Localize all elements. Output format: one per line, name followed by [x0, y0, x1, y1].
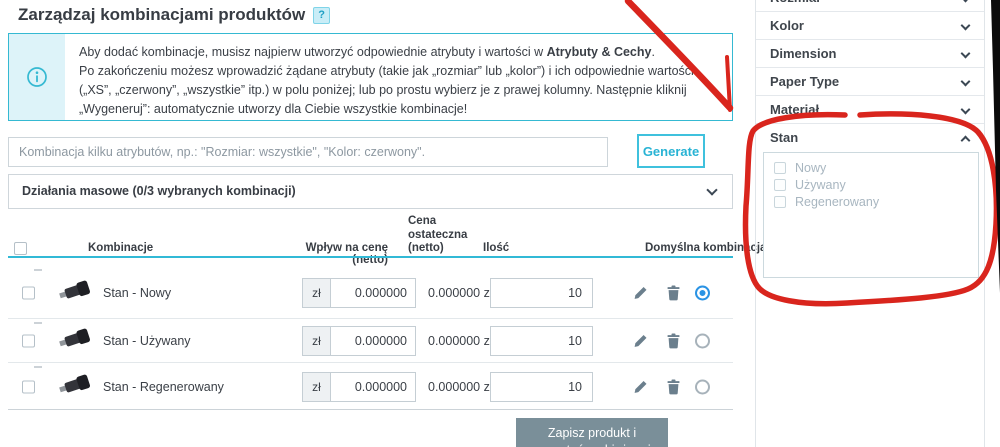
col-header-final-price: Cena ostateczna (netto) [408, 215, 468, 254]
quantity-input[interactable] [490, 277, 593, 308]
currency-addon: zł [302, 277, 330, 308]
table-header-underline [8, 256, 733, 258]
sidebar-group-dimension[interactable]: Dimension [756, 40, 984, 68]
price-impact-input[interactable] [330, 371, 416, 402]
table-row: Stan - Używany zł 0.000000 zł [8, 320, 733, 363]
combination-name: Stan - Używany [103, 334, 191, 348]
sidebar-group-rozmiar[interactable]: Rozmiar [756, 0, 984, 12]
final-price-value: 0.000000 zł [428, 285, 493, 300]
sidebar-group-kolor[interactable]: Kolor [756, 12, 984, 40]
stan-options-panel: Nowy Używany Regenerowany [763, 152, 979, 278]
combination-search-input[interactable] [8, 137, 608, 167]
sidebar-group-material[interactable]: Materiał [756, 96, 984, 124]
product-thumbnail [56, 276, 94, 309]
row-checkbox[interactable] [22, 334, 35, 348]
stan-option-nowy[interactable]: Nowy [774, 161, 826, 175]
chevron-down-icon [960, 76, 971, 87]
chevron-down-icon [960, 48, 971, 59]
table-row: Stan - Nowy zł 0.000000 zł [8, 267, 733, 319]
chevron-down-icon [706, 184, 718, 196]
currency-addon: zł [302, 371, 330, 402]
save-product-button[interactable]: Zapisz produkt i pozostań na bieżącej st… [516, 418, 668, 447]
bulk-actions-label: Działania masowe (0/3 wybranych kombinac… [22, 184, 296, 198]
option-checkbox[interactable] [774, 179, 786, 191]
option-checkbox[interactable] [774, 196, 786, 208]
option-checkbox[interactable] [774, 162, 786, 174]
combination-name: Stan - Regenerowany [103, 379, 224, 394]
currency-addon: zł [302, 326, 330, 356]
sidebar-group-stan[interactable]: Stan [756, 124, 984, 152]
col-header-combinations: Kombinacje [88, 242, 154, 254]
table-row: Stan - Regenerowany zł 0.000000 zł [8, 364, 733, 409]
quantity-input[interactable] [490, 326, 593, 356]
drag-handle-icon[interactable] [34, 366, 42, 368]
info-alert-text: Aby dodać kombinacje, musisz najpierw ut… [79, 45, 694, 116]
price-impact-input[interactable] [330, 326, 416, 356]
quantity-input[interactable] [490, 371, 593, 402]
row-checkbox[interactable] [22, 380, 35, 393]
chevron-up-icon [960, 135, 971, 146]
select-all-checkbox[interactable] [14, 242, 27, 255]
drag-handle-icon[interactable] [34, 269, 42, 271]
info-alert: Aby dodać kombinacje, musisz najpierw ut… [8, 33, 733, 121]
combination-name: Stan - Nowy [103, 285, 172, 300]
bulk-actions-bar[interactable]: Działania masowe (0/3 wybranych kombinac… [8, 174, 733, 209]
col-header-quantity: Ilość [483, 242, 510, 254]
combinations-manager-screen: Zarządzaj kombinacjami produktów? Aby do… [0, 0, 1000, 447]
page-title: Zarządzaj kombinacjami produktów? [18, 5, 331, 25]
edit-pencil-icon[interactable] [633, 334, 648, 349]
stan-option-regenerowany[interactable]: Regenerowany [774, 195, 879, 209]
stan-option-uzywany[interactable]: Używany [774, 178, 846, 192]
chevron-down-icon [960, 0, 971, 3]
sidebar-group-paper-type[interactable]: Paper Type [756, 68, 984, 96]
col-header-default: Domyślna kombinacja [645, 242, 767, 254]
edit-pencil-icon[interactable] [633, 285, 648, 300]
product-thumbnail [56, 370, 94, 403]
final-price-value: 0.000000 zł [428, 379, 493, 394]
product-thumbnail [56, 325, 94, 358]
col-header-price-impact: Wpływ na cenę (netto) [305, 242, 388, 266]
table-bottom-divider [8, 409, 733, 410]
price-impact-input[interactable] [330, 277, 416, 308]
delete-trash-icon[interactable] [667, 285, 680, 300]
final-price-value: 0.000000 zł [428, 334, 493, 348]
default-combination-radio[interactable] [695, 333, 710, 349]
default-combination-radio[interactable] [695, 379, 710, 394]
default-combination-radio[interactable] [695, 285, 710, 300]
help-icon[interactable]: ? [313, 7, 331, 24]
row-checkbox[interactable] [22, 286, 35, 299]
attributes-features-link: Atrybuty & Cechy [546, 45, 652, 59]
generate-button[interactable]: Generate [637, 134, 705, 168]
delete-trash-icon[interactable] [667, 333, 680, 349]
chevron-down-icon [960, 104, 971, 115]
attributes-sidebar: Rozmiar Kolor Dimension Paper Type Mater… [755, 0, 985, 447]
drag-handle-icon[interactable] [34, 322, 42, 324]
chevron-down-icon [960, 20, 971, 31]
info-icon [9, 34, 65, 120]
edit-pencil-icon[interactable] [633, 379, 648, 394]
delete-trash-icon[interactable] [667, 379, 680, 394]
